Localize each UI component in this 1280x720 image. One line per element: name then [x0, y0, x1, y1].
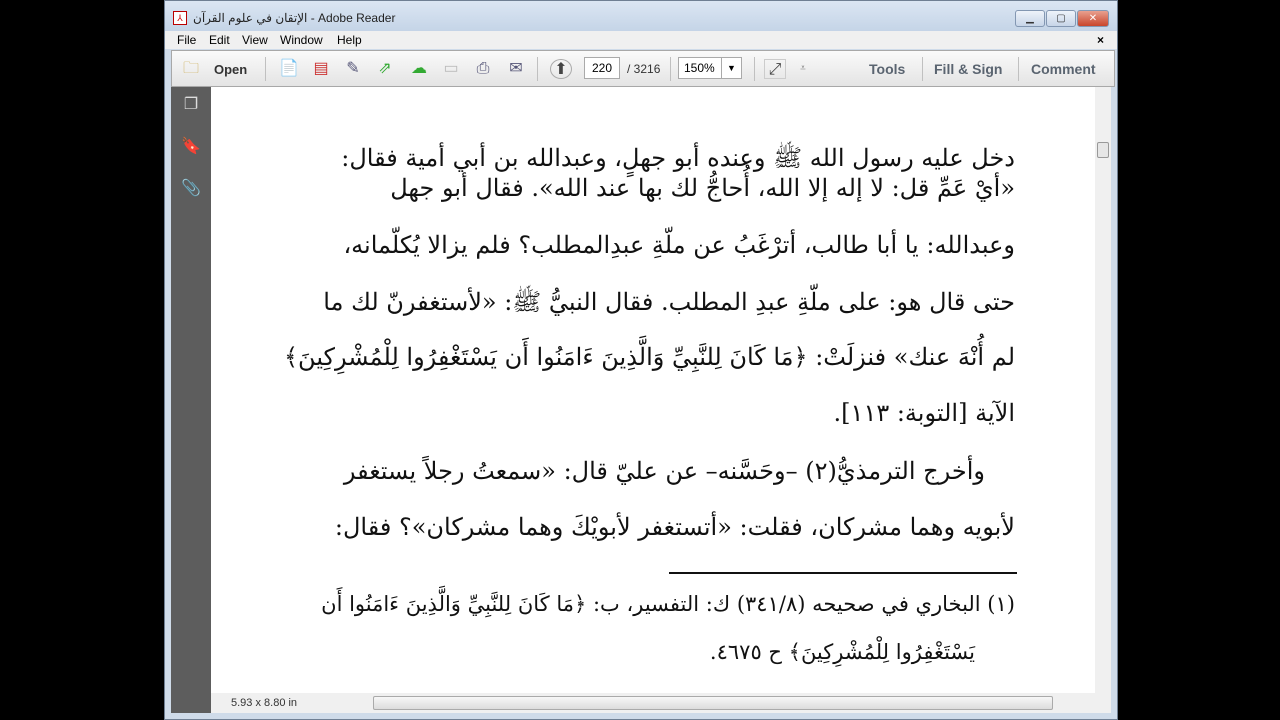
navigation-pane: ❐ 🔖 📎 [171, 87, 211, 713]
menu-edit[interactable]: Edit [209, 33, 230, 47]
menu-help[interactable]: Help [337, 33, 362, 47]
create-pdf-icon[interactable]: 📄 [278, 59, 300, 79]
menu-file[interactable]: File [177, 33, 196, 47]
footnote-line: (١) البخاري في صحيحه (٣٤١/٨) ك: التفسير،… [321, 592, 1015, 616]
customize-toolbar-icon[interactable]: ⩡ [792, 59, 814, 79]
adobe-reader-window: ⅄ الإتقان في علوم القرآن - Adobe Reader … [164, 0, 1118, 720]
horizontal-scrollbar[interactable] [373, 696, 1053, 710]
bookmarks-icon[interactable]: 🔖 [180, 137, 202, 157]
page-size: 5.93 x 8.80 in [231, 697, 298, 709]
separator [537, 57, 538, 81]
fill-sign-pane-button[interactable]: Fill & Sign [934, 61, 1002, 77]
text-line: دخل عليه رسول الله ﷺ وعنده أبو جهلٍ، وعب… [341, 144, 1015, 172]
separator [754, 57, 755, 81]
full-screen-icon[interactable]: ⤢ [764, 59, 786, 79]
text-line: لم أُنْهَ عنك» فنزلَتْ: ﴿مَا كَانَ لِلنَ… [283, 343, 1015, 371]
previous-page-icon[interactable]: ⬆ [550, 59, 572, 79]
window-title: الإتقان في علوم القرآن - Adobe Reader [193, 11, 396, 25]
folder-open-icon[interactable]: 🗀 [180, 59, 202, 79]
maximize-button[interactable]: ▢ [1046, 10, 1076, 27]
scroll-thumb[interactable] [1097, 142, 1109, 158]
separator [670, 57, 671, 81]
tools-pane-button[interactable]: Tools [869, 61, 905, 77]
combine-files-icon[interactable]: ▤ [310, 59, 332, 79]
share-folder-icon[interactable]: ⇗ [374, 59, 396, 79]
cloud-upload-icon[interactable]: ☁ [408, 59, 430, 79]
menu-bar: File Edit View Window Help × [165, 31, 1117, 49]
close-document-button[interactable]: × [1097, 33, 1104, 47]
separator [265, 57, 266, 81]
toolbar: 🗀 Open 📄 ▤ ✎ ⇗ ☁ ▭ ⎙ ✉ ⬆ 220 / 3216 150%… [171, 50, 1115, 87]
page-thumbnails-icon[interactable]: ❐ [180, 95, 202, 115]
close-window-button[interactable]: ✕ [1077, 10, 1109, 27]
separator [1018, 57, 1019, 81]
vertical-scrollbar[interactable] [1095, 87, 1111, 693]
open-button[interactable]: Open [214, 62, 247, 77]
email-icon[interactable]: ✉ [505, 59, 527, 79]
text-line: لأبويه وهما مشركان، فقلت: «أتستغفر لأبوي… [334, 513, 1015, 541]
status-bar: 5.93 x 8.80 in [211, 693, 1111, 713]
save-icon[interactable]: ▭ [440, 59, 462, 79]
text-line: «أيْ عَمِّ قل: لا إله إلا الله، أُحاجُّ … [390, 174, 1015, 202]
title-bar: ⅄ الإتقان في علوم القرآن - Adobe Reader … [165, 1, 1117, 33]
chevron-down-icon[interactable]: ▼ [721, 58, 741, 78]
text-line: حتى قال هو: على ملّةِ عبدِ المطلب. فقال … [323, 288, 1015, 316]
footnote-line: يَسْتَغْفِرُوا لِلْمُشْرِكِينَ﴾ ح ٤٦٧٥. [709, 640, 975, 664]
minimize-button[interactable]: ▁ [1015, 10, 1045, 27]
text-line: وأخرج الترمذيُّ(٢) –وحَسَّنه– عن عليّ قا… [343, 457, 985, 485]
separator [922, 57, 923, 81]
page-number-input[interactable]: 220 [584, 57, 620, 79]
pdf-app-icon: ⅄ [173, 11, 187, 25]
edit-document-icon[interactable]: ✎ [342, 59, 364, 79]
text-line: الآية [التوبة: ١١٣]. [833, 399, 1015, 427]
footnote-divider [669, 572, 1017, 574]
zoom-value: 150% [684, 61, 715, 75]
menu-view[interactable]: View [242, 33, 268, 47]
document-page: دخل عليه رسول الله ﷺ وعنده أبو جهلٍ، وعب… [211, 87, 1095, 693]
zoom-select[interactable]: 150% ▼ [678, 57, 742, 79]
menu-window[interactable]: Window [280, 33, 323, 47]
attachments-icon[interactable]: 📎 [180, 179, 202, 199]
print-icon[interactable]: ⎙ [472, 59, 494, 79]
text-line: وعبدالله: يا أبا طالب، أترْغَبُ عن ملّةِ… [343, 231, 1015, 259]
page-total: / 3216 [627, 62, 661, 76]
comment-pane-button[interactable]: Comment [1031, 61, 1096, 77]
